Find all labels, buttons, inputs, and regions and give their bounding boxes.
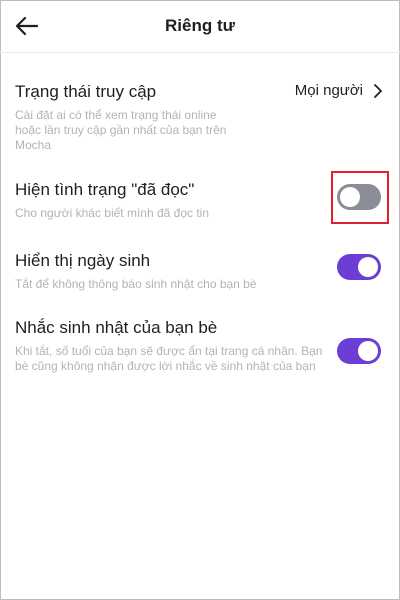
setting-title: Nhắc sinh nhật của bạn bè	[15, 318, 218, 337]
setting-show-birthday: Hiển thị ngày sinh Tắt để không thông bá…	[15, 251, 385, 292]
setting-access-status[interactable]: Trạng thái truy cập Cài đặt ai có thể xe…	[15, 82, 385, 153]
friend-birthday-reminder-toggle[interactable]	[337, 338, 381, 364]
setting-title: Hiện tình trạng "đã đọc"	[15, 180, 195, 199]
setting-friend-birthday-reminder: Nhắc sinh nhật của bạn bè Khi tắt, số tu…	[15, 318, 385, 374]
access-status-value: Mọi người	[294, 82, 363, 99]
setting-description: Khi tắt, số tuổi của bạn sẽ được ẩn tại …	[15, 344, 323, 373]
setting-read-receipts: Hiện tình trạng "đã đọc" Cho người khác …	[15, 180, 385, 221]
setting-title: Hiển thị ngày sinh	[15, 251, 151, 270]
show-birthday-toggle[interactable]	[337, 254, 381, 280]
header-bar: Riêng tư	[0, 0, 400, 53]
access-status-selector[interactable]: Mọi người	[295, 82, 383, 99]
setting-description: Cho người khác biết mình đã đọc tin	[15, 206, 210, 220]
highlight-box	[331, 171, 389, 224]
setting-description: Tắt để không thông báo sinh nhật cho bạn…	[15, 277, 257, 291]
toggle-knob	[358, 257, 378, 277]
page-title: Riêng tư	[165, 16, 235, 35]
setting-description: Cài đặt ai có thể xem trạng thái online …	[15, 108, 227, 152]
toggle-knob	[358, 341, 378, 361]
chevron-right-icon	[374, 83, 382, 98]
